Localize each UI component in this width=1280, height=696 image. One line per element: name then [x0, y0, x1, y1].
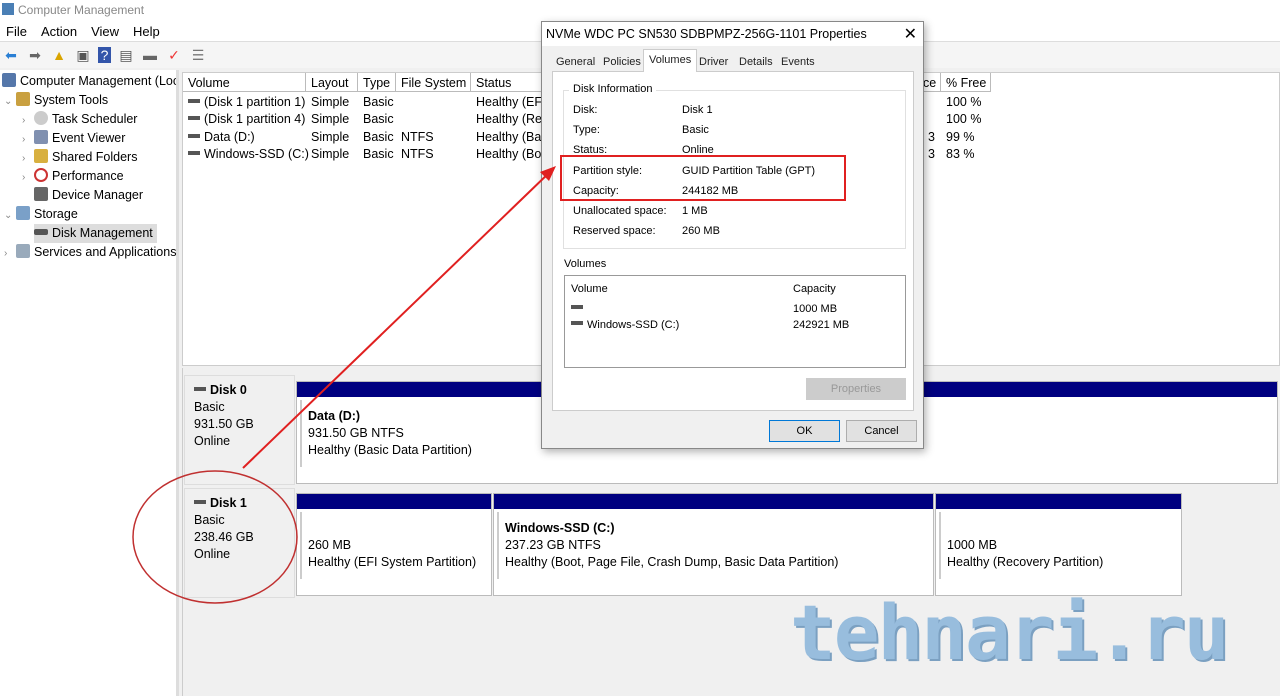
annotation-overlay — [132, 166, 556, 604]
annotation-ellipse — [132, 470, 298, 604]
tab-volumes[interactable]: Volumes — [643, 49, 698, 72]
annotation-arrow-line — [242, 169, 553, 469]
